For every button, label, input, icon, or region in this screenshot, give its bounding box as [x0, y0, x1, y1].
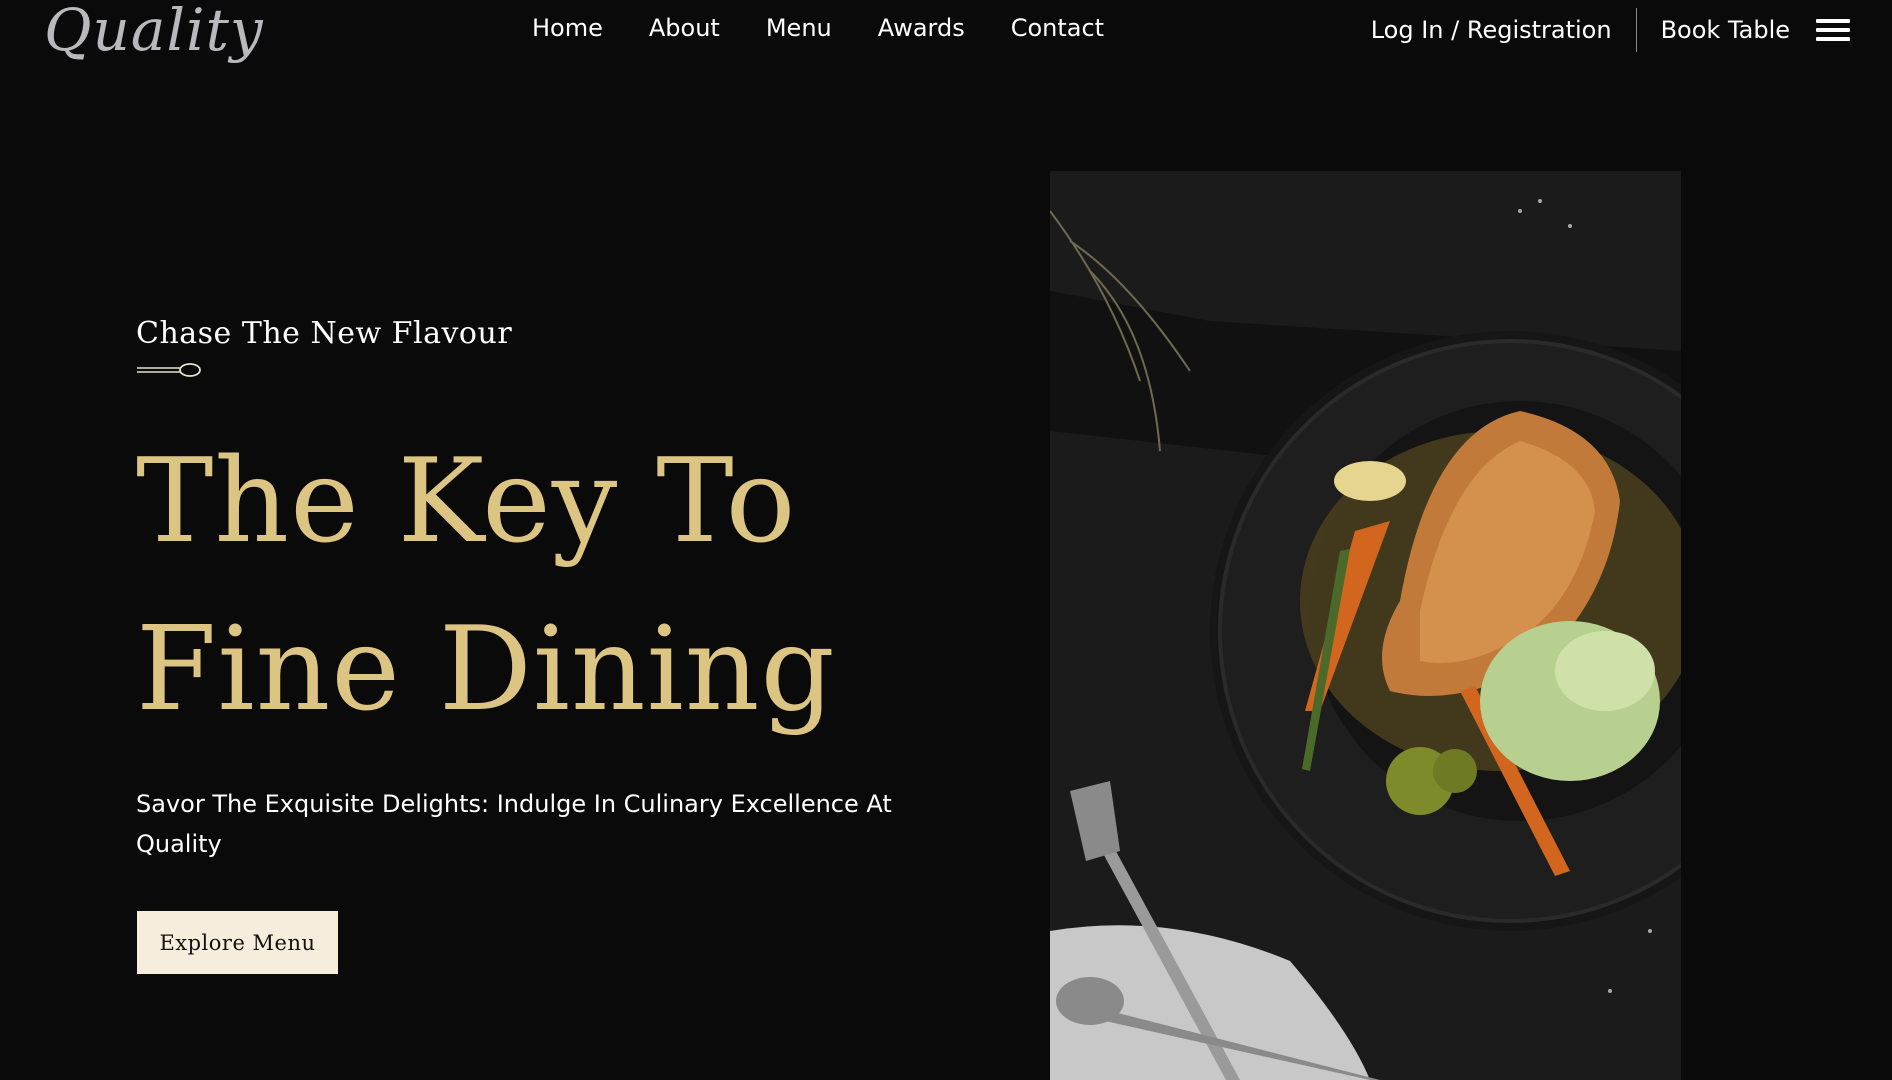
hero-title-line-1: The Key To — [136, 434, 797, 569]
nav-contact[interactable]: Contact — [1011, 14, 1104, 42]
nav-home[interactable]: Home — [532, 14, 603, 42]
hamburger-icon[interactable] — [1816, 19, 1850, 41]
main-nav: Home About Menu Awards Contact — [532, 14, 1104, 42]
login-link[interactable]: Log In / Registration — [1371, 16, 1612, 44]
book-table-link[interactable]: Book Table — [1661, 16, 1790, 44]
header-divider — [1635, 8, 1637, 52]
header-actions: Log In / Registration Book Table — [1371, 8, 1850, 52]
explore-menu-button[interactable]: Explore Menu — [137, 911, 338, 974]
hero-title: The Key To Fine Dining — [136, 418, 836, 754]
hero-dish-image — [1050, 171, 1681, 1080]
hero-subtitle: Savor The Exquisite Delights: Indulge In… — [136, 790, 892, 858]
spoon-icon — [137, 363, 201, 377]
nav-about[interactable]: About — [649, 14, 720, 42]
hero-title-line-2: Fine Dining — [136, 602, 836, 737]
hero-tagline: Chase The New Flavour — [136, 316, 513, 351]
nav-menu[interactable]: Menu — [766, 14, 832, 42]
logo[interactable]: Quality — [44, 0, 264, 64]
nav-awards[interactable]: Awards — [878, 14, 965, 42]
